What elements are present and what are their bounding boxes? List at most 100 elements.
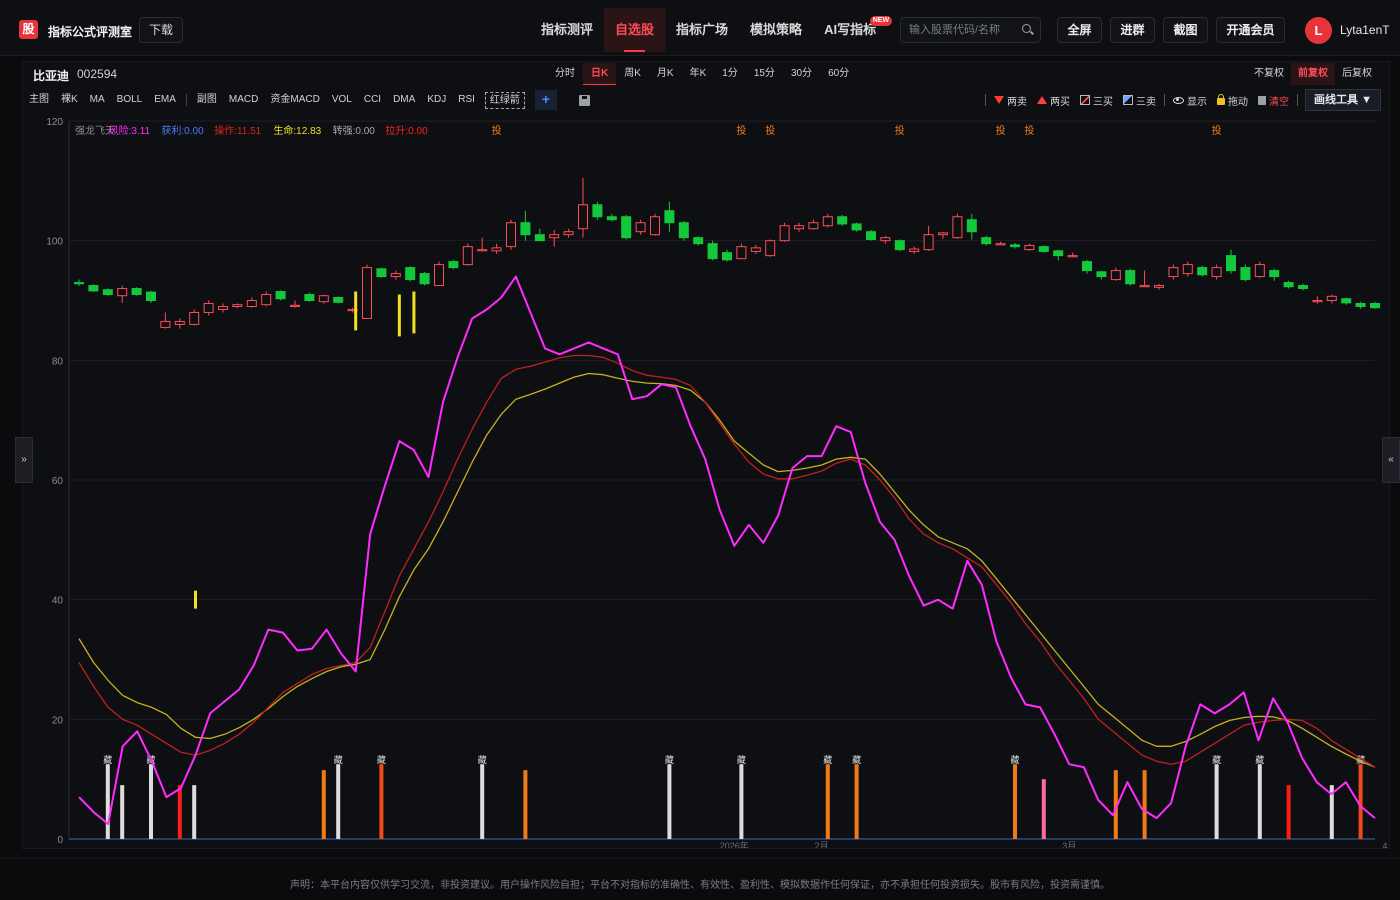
indicator-macd[interactable]: MACD — [223, 89, 264, 111]
tool-sell2[interactable]: 两卖 — [989, 93, 1032, 108]
signal-bar — [667, 764, 672, 839]
nav-item-watchlist[interactable]: 自选股 — [604, 8, 666, 52]
signal-bar — [336, 764, 341, 839]
add-indicator-button[interactable]: + — [534, 90, 557, 110]
candle-body — [650, 216, 660, 236]
legend-item: 生命:12.83 — [273, 124, 321, 137]
search-icon[interactable] — [1022, 24, 1031, 33]
indicator-fund-macd[interactable]: 资金MACD — [264, 89, 325, 111]
y-tick-label: 100 — [46, 237, 63, 248]
candle-body — [174, 320, 185, 325]
candle-body — [333, 297, 344, 303]
candle-body — [534, 234, 545, 242]
tab-period-weekly[interactable]: 周K — [616, 63, 649, 85]
tab-period-intraday[interactable]: 分时 — [547, 63, 583, 85]
tab-adjust-backward[interactable]: 后复权 — [1335, 63, 1379, 85]
username[interactable]: Lyta1enT — [1340, 23, 1390, 37]
tab-period-30min[interactable]: 30分 — [783, 63, 820, 85]
signal-bar-label: 藏 — [823, 754, 832, 765]
indicator-naked-k[interactable]: 裸K — [55, 89, 84, 111]
signal-mark-invest: 投 — [736, 124, 746, 137]
signal-bar-label: 藏 — [334, 754, 343, 765]
candle-body — [880, 237, 891, 242]
tool-clear[interactable]: 清空 — [1253, 93, 1294, 108]
nav-item-indicator-review[interactable]: 指标测评 — [530, 8, 604, 52]
signal-bar — [1214, 764, 1219, 839]
tab-period-yearly[interactable]: 年K — [682, 63, 715, 85]
app-logo[interactable]: 股 — [19, 20, 38, 39]
tool-label: 三卖 — [1136, 96, 1157, 108]
signal-bar-label: 藏 — [737, 754, 746, 765]
candle-body — [808, 222, 819, 230]
tool-sell3[interactable]: 三卖 — [1118, 93, 1161, 108]
nav-item-simulated-strategy[interactable]: 模拟策略 — [739, 8, 813, 52]
candle-body — [1082, 261, 1092, 272]
tab-period-daily[interactable]: 日K — [583, 63, 617, 85]
signal-bar-label: 藏 — [103, 754, 112, 765]
join-group-button[interactable]: 进群 — [1110, 17, 1155, 43]
x-tick-label: 2月 — [815, 841, 829, 848]
nav-item-ai-indicator[interactable]: AI写指标 NEW — [813, 8, 893, 52]
screenshot-button[interactable]: 截图 — [1163, 17, 1208, 43]
nav-item-indicator-square[interactable]: 指标广场 — [665, 8, 739, 52]
signal-bar — [120, 785, 125, 839]
legend-item: 风险:3.11 — [109, 124, 151, 137]
signal-bar-label: 藏 — [1212, 754, 1221, 765]
indicator-red-green-arrow[interactable]: 红绿箭 — [484, 91, 525, 109]
download-button[interactable]: 下载 — [139, 17, 183, 43]
signal-bar-label: 藏 — [377, 754, 386, 765]
tool-drag[interactable]: 拖动 — [1212, 93, 1253, 108]
fullscreen-button[interactable]: 全屏 — [1057, 17, 1102, 43]
legend-item: 拉升:0.00 — [385, 124, 428, 137]
candle-body — [1197, 267, 1208, 276]
tool-buy2[interactable]: 两买 — [1032, 93, 1075, 108]
tab-adjust-forward[interactable]: 前复权 — [1291, 63, 1335, 85]
tool-label: 显示 — [1187, 96, 1208, 108]
indicator-vol[interactable]: VOL — [326, 89, 358, 111]
indicator-dma[interactable]: DMA — [387, 89, 421, 111]
indicator-cci[interactable]: CCI — [358, 89, 387, 111]
indicator-main-chart[interactable]: 主图 — [23, 89, 55, 111]
stock-search[interactable] — [900, 17, 1041, 43]
tool-label: 拖动 — [1228, 96, 1249, 108]
indicator-ema[interactable]: EMA — [148, 89, 182, 111]
candle-body — [794, 225, 804, 230]
indicator-sub-chart[interactable]: 副图 — [191, 89, 223, 111]
drawing-tools-dropdown[interactable]: 画线工具 ▼ — [1305, 89, 1381, 111]
brand-title[interactable]: 指标公式评测室 — [48, 23, 132, 40]
indicator-kdj[interactable]: KDJ — [421, 89, 452, 111]
tab-period-60min[interactable]: 60分 — [820, 63, 857, 85]
tool-buy3[interactable]: 三买 — [1075, 93, 1118, 108]
stock-name: 比亚迪 — [33, 69, 70, 83]
candle-body — [506, 222, 516, 248]
expand-right-button[interactable]: « — [1382, 437, 1400, 483]
candle-body — [491, 247, 502, 252]
tool-label: 两卖 — [1007, 96, 1028, 108]
candle-body — [578, 204, 588, 230]
tab-period-15min[interactable]: 15分 — [746, 63, 783, 85]
indicator-rsi[interactable]: RSI — [452, 89, 481, 111]
signal-bar — [177, 785, 182, 839]
tab-adjust-none[interactable]: 不复权 — [1247, 63, 1291, 85]
candle-body — [318, 295, 329, 303]
membership-button[interactable]: 开通会员 — [1216, 17, 1285, 43]
avatar[interactable]: L — [1305, 17, 1332, 44]
kline-indicator-chart[interactable]: 0204060801001202026年2月3月4月强龙飞天风险:3.11获利:… — [23, 114, 1389, 848]
period-tabs: 分时 日K 周K 月K 年K 1分 15分 30分 60分 — [547, 63, 857, 85]
x-tick-label: 2026年 — [720, 840, 749, 848]
series-line-red — [78, 354, 1376, 768]
indicator-ma[interactable]: MA — [84, 89, 111, 111]
tab-period-monthly[interactable]: 月K — [649, 63, 682, 85]
trend-down-icon — [1123, 95, 1134, 105]
top-bar: 股 指标公式评测室 下载 指标测评 自选股 指标广场 模拟策略 AI写指标 NEW… — [0, 0, 1400, 56]
candle-body — [160, 320, 171, 328]
save-icon[interactable] — [578, 94, 590, 106]
legend-item: 操作:11.51 — [214, 124, 261, 137]
search-input[interactable] — [909, 22, 1019, 38]
candle-body — [549, 234, 560, 239]
tab-period-1min[interactable]: 1分 — [714, 63, 746, 85]
indicator-boll[interactable]: BOLL — [111, 89, 149, 111]
tool-show[interactable]: 显示 — [1168, 93, 1212, 108]
candle-body — [232, 304, 243, 307]
expand-left-button[interactable]: » — [15, 437, 33, 483]
